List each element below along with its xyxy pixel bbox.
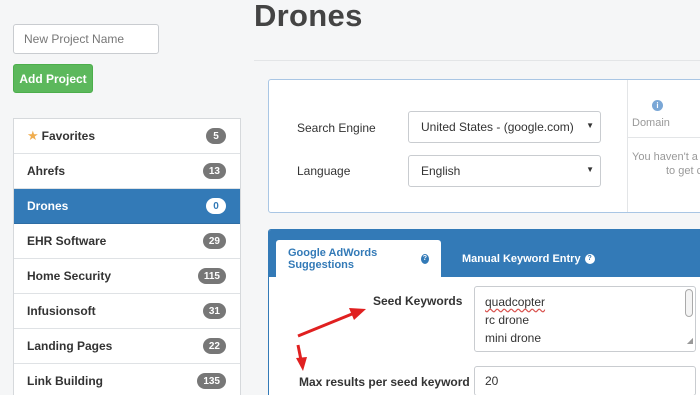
search-engine-label: Search Engine <box>297 121 376 135</box>
seed-keywords-textarea[interactable]: quadcopter rc drone mini drone ◢ <box>474 286 696 352</box>
seed-keyword: quadcopter <box>485 295 546 309</box>
project-count-badge: 115 <box>197 268 226 284</box>
seed-keyword: rc drone <box>485 313 530 327</box>
language-select[interactable]: English ▼ <box>408 155 601 187</box>
question-icon[interactable]: ? <box>420 253 429 264</box>
resize-handle-icon[interactable]: ◢ <box>687 332 693 350</box>
domain-column: i Domain You haven't a to get c <box>627 80 700 212</box>
project-count-badge: 0 <box>206 198 226 214</box>
add-project-button[interactable]: Add Project <box>13 64 93 93</box>
project-item-favorites[interactable]: ★ Favorites 5 <box>14 119 240 154</box>
domain-underline <box>628 137 700 138</box>
project-name: Infusionsoft <box>27 304 96 318</box>
max-results-value: 20 <box>485 374 499 388</box>
project-item-ahrefs[interactable]: Ahrefs 13 <box>14 154 240 189</box>
project-item-ehr-software[interactable]: EHR Software 29 <box>14 224 240 259</box>
max-results-input[interactable]: 20 <box>474 366 696 395</box>
caret-down-icon: ▼ <box>586 165 594 174</box>
caret-down-icon: ▼ <box>586 121 594 130</box>
domain-message: to get c <box>666 165 700 177</box>
project-name: Drones <box>27 199 69 213</box>
search-settings-panel: Search Engine United States - (google.co… <box>268 79 700 213</box>
question-icon[interactable]: ? <box>584 253 595 264</box>
project-name: Link Building <box>27 374 103 388</box>
project-count-badge: 22 <box>202 338 226 354</box>
star-icon: ★ <box>27 128 39 143</box>
project-count-badge: 135 <box>197 373 226 389</box>
page-title: Drones <box>254 0 363 33</box>
project-name: EHR Software <box>27 234 107 248</box>
tab-manual-keyword-entry[interactable]: Manual Keyword Entry ? <box>450 240 607 277</box>
search-engine-select[interactable]: United States - (google.com) ▼ <box>408 111 601 143</box>
project-item-landing-pages[interactable]: Landing Pages 22 <box>14 329 240 364</box>
project-name: Favorites <box>41 129 96 143</box>
max-results-label: Max results per seed keyword <box>299 375 470 389</box>
language-value: English <box>421 164 461 178</box>
new-project-name-input[interactable] <box>13 24 159 54</box>
project-list: ★ Favorites 5 Ahrefs 13 Drones 0 EHR Soft… <box>13 118 241 395</box>
domain-message: You haven't a <box>632 151 698 163</box>
seed-keywords-label: Seed Keywords <box>373 294 463 308</box>
divider <box>254 60 700 61</box>
language-label: Language <box>297 164 351 178</box>
seed-keyword: mini drone <box>485 331 542 345</box>
project-count-badge: 29 <box>202 233 226 249</box>
search-engine-value: United States - (google.com) <box>421 120 574 134</box>
domain-label[interactable]: Domain <box>632 117 670 129</box>
tab-google-adwords-suggestions[interactable]: Google AdWords Suggestions ? <box>276 240 441 277</box>
project-name: Home Security <box>27 269 112 283</box>
project-name: Landing Pages <box>27 339 113 353</box>
project-count-badge: 31 <box>202 303 226 319</box>
tab-bar: Google AdWords Suggestions ? Manual Keyw… <box>269 230 700 277</box>
project-name: Ahrefs <box>27 164 66 178</box>
info-icon[interactable]: i <box>652 100 663 111</box>
tab-label: Manual Keyword Entry <box>462 252 581 265</box>
scrollbar[interactable] <box>685 289 693 317</box>
project-item-link-building[interactable]: Link Building 135 <box>14 364 240 395</box>
project-count-badge: 13 <box>202 163 226 179</box>
keyword-panel: Google AdWords Suggestions ? Manual Keyw… <box>268 229 700 395</box>
project-count-badge: 5 <box>206 128 226 144</box>
project-item-home-security[interactable]: Home Security 115 <box>14 259 240 294</box>
tab-label: Google AdWords Suggestions <box>288 246 378 271</box>
project-item-drones[interactable]: Drones 0 <box>14 189 240 224</box>
project-item-infusionsoft[interactable]: Infusionsoft 31 <box>14 294 240 329</box>
